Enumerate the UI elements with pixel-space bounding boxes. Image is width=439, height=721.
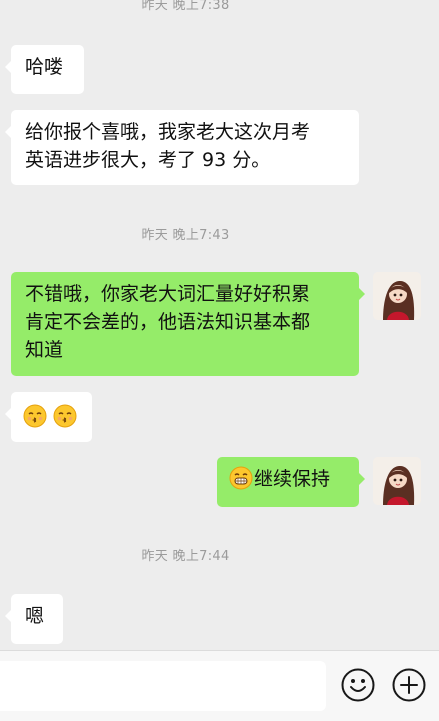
incoming-message-bubble[interactable]: 哈喽 [5, 45, 84, 94]
message-input[interactable] [0, 661, 326, 711]
avatar-illustration [373, 272, 421, 320]
message-text-line: 英语进步很大，考了 93 分。 [25, 149, 271, 171]
message-text: 继续保持 [254, 468, 331, 490]
plus-icon [392, 668, 426, 702]
outgoing-message-bubble[interactable]: 继续保持 [217, 457, 365, 507]
message-text: 哈喽 [25, 56, 64, 78]
input-toolbar [0, 650, 439, 721]
incoming-message-bubble[interactable]: 嗯 [5, 594, 63, 644]
user-avatar[interactable] [373, 457, 421, 505]
avatar-illustration [373, 457, 421, 505]
timestamp: 昨天 晚上7:38 [141, 0, 230, 13]
kissing-face-icon [23, 404, 47, 427]
user-avatar[interactable] [373, 272, 421, 320]
add-button[interactable] [392, 668, 426, 702]
emoji-button[interactable] [341, 668, 375, 702]
incoming-message-bubble[interactable]: 给你报个喜哦，我家老大这次月考 英语进步很大，考了 93 分。 [5, 110, 359, 185]
message-text-line: 给你报个喜哦，我家老大这次月考 [25, 121, 311, 143]
grinning-face-icon [229, 466, 253, 490]
message-text-line: 不错哦，你家老大词汇量好好积累 [25, 283, 311, 305]
smiley-icon [341, 668, 375, 702]
incoming-message-bubble[interactable] [5, 392, 92, 442]
message-text-line: 知道 [25, 339, 64, 361]
message-text-line: 肯定不会差的，他语法知识基本都 [25, 311, 311, 333]
kissing-face-icon [53, 404, 77, 427]
message-text: 嗯 [25, 605, 45, 627]
outgoing-message-bubble[interactable]: 不错哦，你家老大词汇量好好积累 肯定不会差的，他语法知识基本都 知道 [11, 272, 365, 376]
timestamp: 昨天 晚上7:43 [141, 228, 230, 243]
timestamp: 昨天 晚上7:44 [141, 549, 230, 564]
